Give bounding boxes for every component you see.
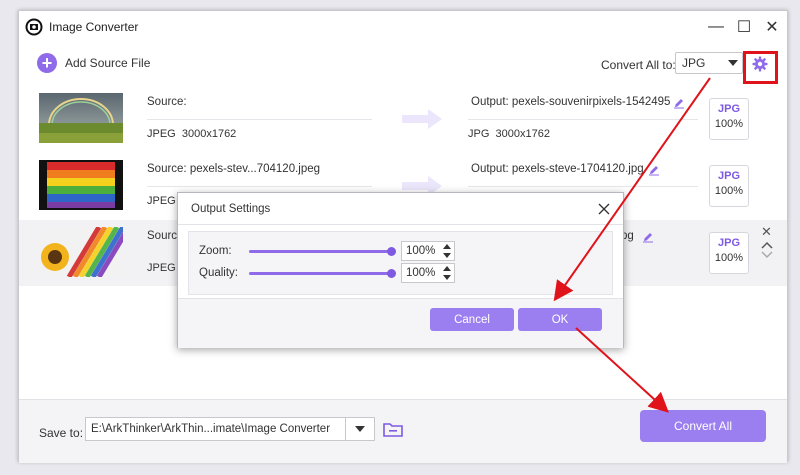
source-format: JPEG [147,195,176,207]
source-label: Source: pexels-stev...704120.jpeg [147,163,321,175]
thumbnail-image [39,93,123,143]
source-format: JPEG [147,128,176,140]
source-format: JPEG [147,262,176,274]
quality-label: Quality: [199,267,238,279]
divider [147,186,372,187]
pencil-icon[interactable] [648,164,660,176]
add-source-file-button[interactable]: + Add Source File [37,53,150,73]
source-resolution: 3000x1762 [181,128,237,140]
dialog-footer: Cancel OK [178,298,623,348]
format-badge-percent: 100% [714,185,744,197]
convert-all-button[interactable]: Convert All [640,410,766,442]
chevron-down-icon [355,426,365,432]
format-badge-type: JPG [717,237,740,249]
window-title: Image Converter [49,20,139,34]
divider [147,119,372,120]
add-source-label: Add Source File [65,56,151,70]
format-select[interactable]: JPG [675,52,743,74]
quality-spinbox[interactable]: 100% [401,263,455,283]
save-path-value: E:\ArkThinker\ArkThin...imate\Image Conv… [91,423,331,435]
maximize-button[interactable]: ☐ [733,17,755,37]
toolbar: + Add Source File Convert All to: JPG [19,51,787,89]
save-path-field[interactable]: E:\ArkThinker\ArkThin...imate\Image Conv… [85,417,375,441]
format-badge[interactable]: JPG 100% [709,232,749,274]
close-window-button[interactable]: ✕ [761,17,783,37]
thumbnail-image [39,160,123,210]
folder-icon[interactable] [382,419,404,439]
dialog-title-bar: Output Settings [178,193,623,225]
chevron-down-icon [728,60,738,66]
plus-circle-icon: + [37,53,57,73]
spin-arrows-icon[interactable] [442,265,452,281]
annotation-highlight-box [743,51,778,84]
app-logo-icon [25,18,43,36]
remove-file-close-icon[interactable]: ✕ [761,225,772,238]
move-down-chevron-icon[interactable] [761,250,773,260]
format-badge-type: JPG [717,170,740,182]
cancel-button[interactable]: Cancel [430,308,514,331]
source-info: JPEG 3000x1762 [147,128,236,140]
pencil-icon[interactable] [642,231,654,243]
output-format: JPG [468,128,490,140]
title-bar: Image Converter — ☐ ✕ [19,11,787,43]
quality-slider-handle[interactable] [387,269,396,278]
format-select-value: JPG [682,56,706,70]
ok-button[interactable]: OK [518,308,602,331]
move-up-chevron-icon[interactable] [761,240,773,250]
output-label: Output: pexels-steve-1704120.jpg [471,163,644,175]
format-badge-percent: 100% [714,252,744,264]
output-settings-dialog: Output Settings Zoom: 100% Quality: 100%… [177,192,624,348]
quality-value: 100% [406,267,436,279]
divider [468,186,698,187]
zoom-slider[interactable] [249,250,390,253]
divider [468,119,698,120]
source-label: Source: [147,96,187,108]
pencil-icon[interactable] [673,97,685,109]
output-info: JPG 3000x1762 [468,128,550,140]
format-badge[interactable]: JPG 100% [709,165,749,207]
save-path-dropdown[interactable] [345,417,375,441]
format-badge-type: JPG [717,103,740,115]
zoom-label: Zoom: [199,245,232,257]
zoom-value: 100% [406,245,436,257]
convert-all-to-label: Convert All to: [601,58,676,72]
dialog-settings-panel: Zoom: 100% Quality: 100% [188,231,613,295]
dialog-title: Output Settings [191,203,271,215]
format-badge-percent: 100% [714,118,744,130]
zoom-slider-handle[interactable] [387,247,396,256]
minimize-button[interactable]: — [705,17,727,37]
thumbnail-image [39,227,123,277]
arrow-right-icon [402,109,442,129]
close-icon[interactable] [596,201,612,217]
output-label: Output: pexels-souvenirpixels-1542495 [471,96,671,108]
output-resolution: 3000x1762 [495,128,550,140]
spin-arrows-icon[interactable] [442,243,452,259]
save-to-label: Save to: [39,426,84,440]
format-badge[interactable]: JPG 100% [709,98,749,140]
zoom-spinbox[interactable]: 100% [401,241,455,261]
file-row[interactable]: Source: JPEG 3000x1762 Output: pexels-so… [19,86,787,152]
bottom-bar: Save to: E:\ArkThinker\ArkThin...imate\I… [19,399,787,463]
quality-slider[interactable] [249,272,390,275]
